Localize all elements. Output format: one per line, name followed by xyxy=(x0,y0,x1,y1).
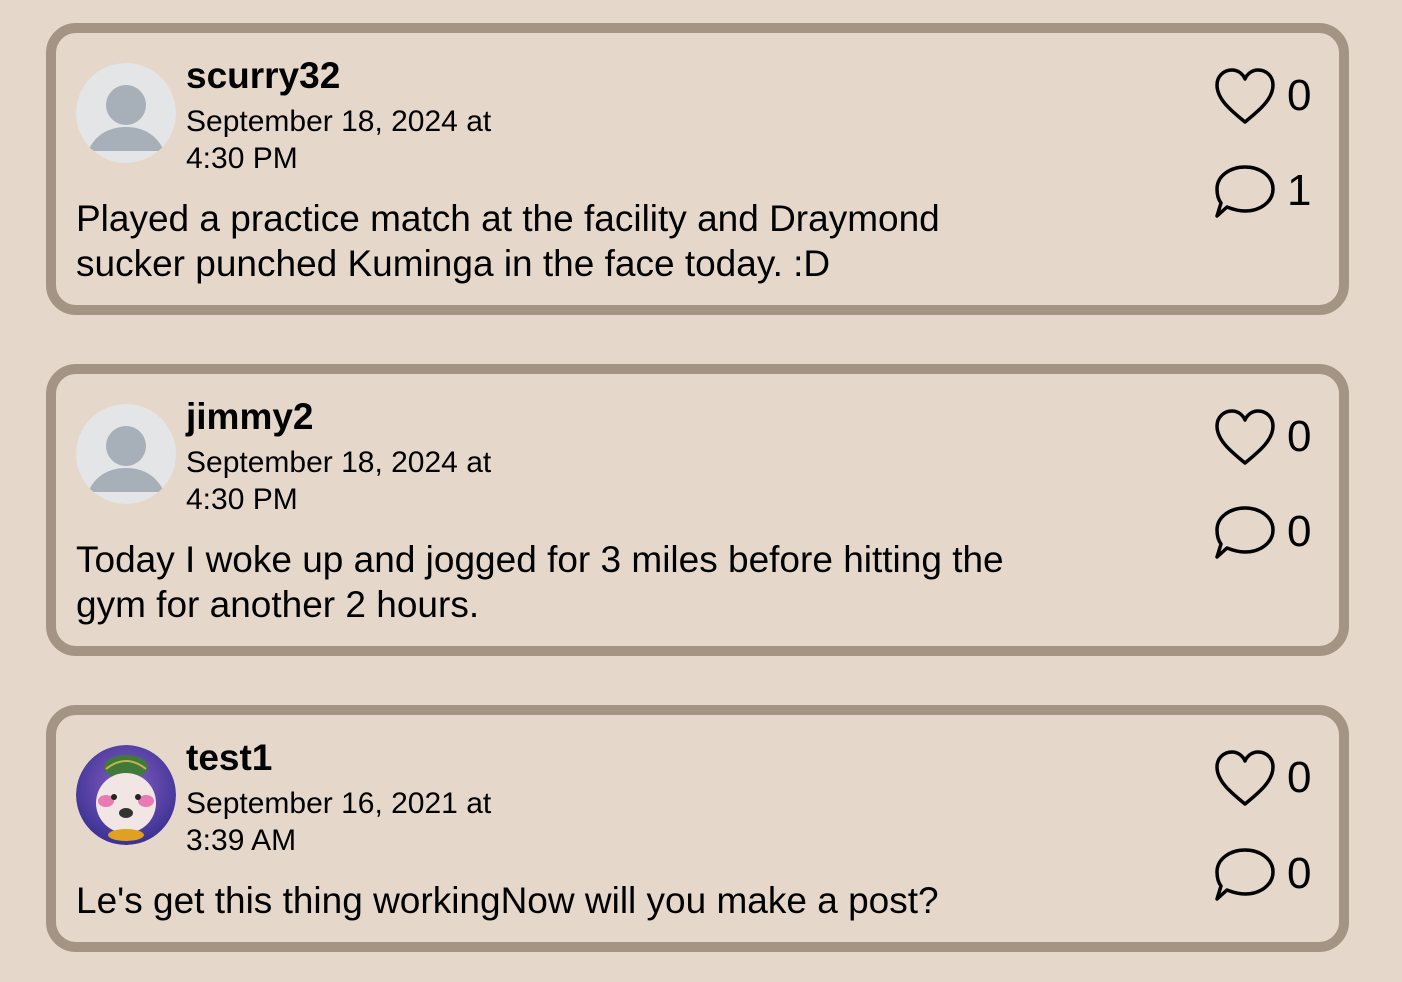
default-avatar-icon[interactable] xyxy=(76,63,176,163)
heart-icon xyxy=(1215,68,1275,124)
comment-button[interactable]: 0 xyxy=(1213,499,1329,565)
post-timestamp: September 18, 2024 at 4:30 PM xyxy=(186,446,492,516)
post-username[interactable]: jimmy2 xyxy=(186,396,314,438)
comment-count: 0 xyxy=(1287,849,1312,898)
comment-count: 0 xyxy=(1287,507,1312,556)
speech-bubble-icon xyxy=(1215,848,1275,901)
post-card: jimmy2 September 18, 2024 at 4:30 PM Tod… xyxy=(46,364,1349,656)
post-card: test1 September 16, 2021 at 3:39 AM Le's… xyxy=(46,705,1349,952)
post-username[interactable]: scurry32 xyxy=(186,55,340,97)
like-button[interactable]: 0 xyxy=(1213,63,1329,129)
dog-photo-avatar[interactable] xyxy=(76,745,176,845)
comment-button[interactable]: 1 xyxy=(1213,158,1329,224)
post-timestamp: September 18, 2024 at 4:30 PM xyxy=(186,105,492,175)
post-card: scurry32 September 18, 2024 at 4:30 PM P… xyxy=(46,23,1349,315)
like-count: 0 xyxy=(1287,71,1312,120)
post-feed: scurry32 September 18, 2024 at 4:30 PM P… xyxy=(0,0,1402,982)
comment-button[interactable]: 0 xyxy=(1213,841,1329,907)
post-text: Today I woke up and jogged for 3 miles b… xyxy=(76,539,1004,625)
like-count: 0 xyxy=(1287,753,1312,802)
heart-icon xyxy=(1215,750,1275,806)
post-username[interactable]: test1 xyxy=(186,737,272,779)
post-timestamp: September 16, 2021 at 3:39 AM xyxy=(186,787,492,857)
post-text: Le's get this thing workingNow will you … xyxy=(76,880,939,921)
speech-bubble-icon xyxy=(1215,165,1275,218)
like-button[interactable]: 0 xyxy=(1213,745,1329,811)
heart-icon xyxy=(1215,409,1275,465)
default-avatar-icon[interactable] xyxy=(76,404,176,504)
like-button[interactable]: 0 xyxy=(1213,404,1329,470)
post-text: Played a practice match at the facility … xyxy=(76,198,940,284)
like-count: 0 xyxy=(1287,412,1312,461)
comment-count: 1 xyxy=(1287,166,1312,215)
speech-bubble-icon xyxy=(1215,506,1275,559)
